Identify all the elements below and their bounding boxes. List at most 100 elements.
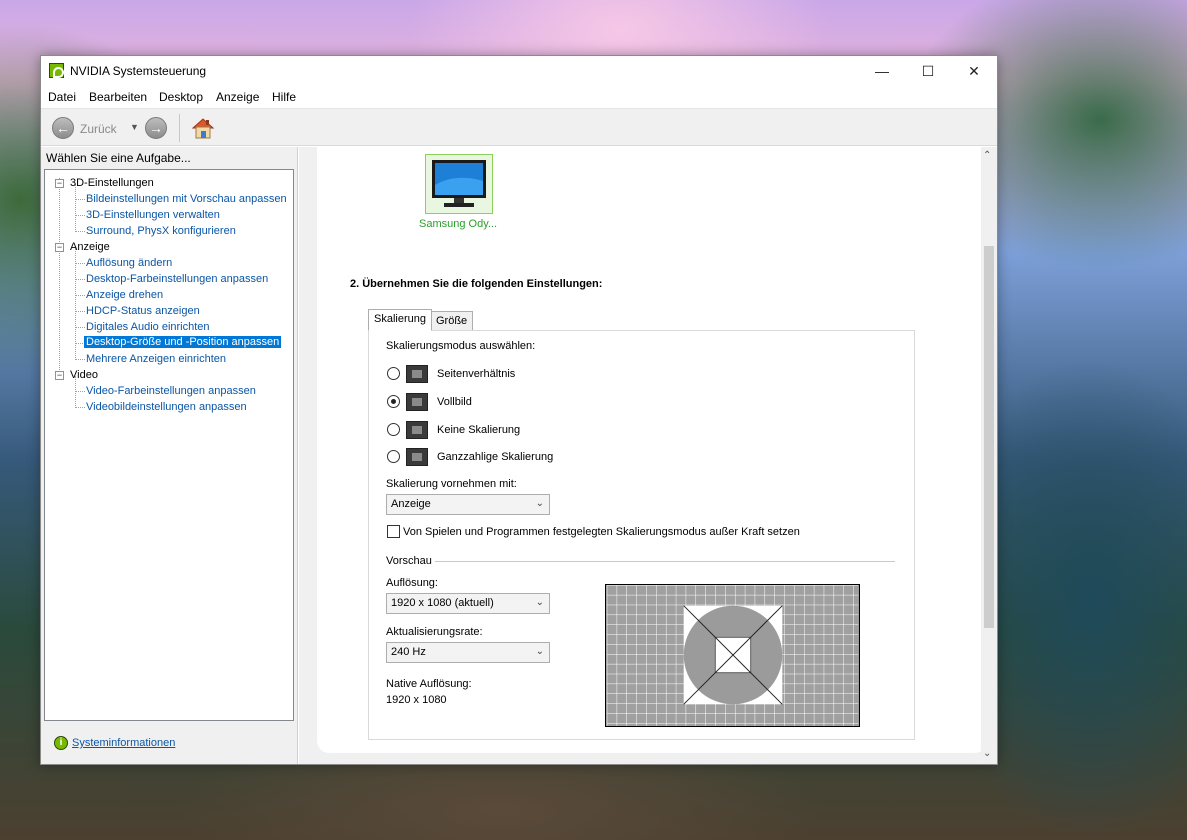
resolution-value: 1920 x 1080 (aktuell) xyxy=(391,597,494,609)
tree-group-video[interactable]: Video xyxy=(70,369,98,381)
tree-item-anzeige-drehen[interactable]: Anzeige drehen xyxy=(86,289,163,301)
title-bar: NVIDIA Systemsteuerung — ☐ ✕ xyxy=(41,56,997,86)
tree-branch xyxy=(76,263,85,264)
radio-vollbild-selected[interactable] xyxy=(387,395,400,408)
tree-item-videobildeinstellungen[interactable]: Videobildeinstellungen anpassen xyxy=(86,401,247,413)
menu-bearbeiten[interactable]: Bearbeiten xyxy=(89,90,147,104)
back-arrow-icon[interactable]: ← xyxy=(52,117,74,139)
collapse-toggle-icon[interactable]: − xyxy=(55,179,64,188)
refresh-rate-select[interactable]: 240 Hz ⌄ xyxy=(386,642,550,663)
tree-item-desktop-groesse-selected[interactable]: Desktop-Größe und -Position anpassen xyxy=(84,336,282,348)
tree-item-aufloesung-aendern[interactable]: Auflösung ändern xyxy=(86,257,172,269)
tree-group-3d-einstellungen[interactable]: 3D-Einstellungen xyxy=(70,177,154,189)
forward-arrow-icon[interactable]: → xyxy=(145,117,167,139)
radio-seitenverhaeltnis[interactable] xyxy=(387,367,400,380)
home-icon[interactable] xyxy=(191,116,215,140)
tab-groesse[interactable]: Größe xyxy=(430,311,474,331)
tree-connector xyxy=(59,178,60,370)
radio-ganzzahlige-skalierung[interactable] xyxy=(387,450,400,463)
tree-branch xyxy=(76,295,85,296)
tree-item-video-farbeinstellungen[interactable]: Video-Farbeinstellungen anpassen xyxy=(86,385,256,397)
tree-branch xyxy=(76,327,85,328)
mode-label-keine-skalierung[interactable]: Keine Skalierung xyxy=(437,424,520,436)
chevron-down-icon: ⌄ xyxy=(535,597,544,608)
tree-item-surround-physx[interactable]: Surround, PhysX konfigurieren xyxy=(86,225,236,237)
tree-branch xyxy=(76,199,85,200)
scroll-down-icon[interactable]: ⌄ xyxy=(983,748,991,759)
minimize-button[interactable]: — xyxy=(859,56,905,86)
menu-anzeige[interactable]: Anzeige xyxy=(216,90,259,104)
collapse-toggle-icon[interactable]: − xyxy=(55,243,64,252)
tree-branch xyxy=(76,215,85,216)
tree-item-desktop-farbeinstellungen[interactable]: Desktop-Farbeinstellungen anpassen xyxy=(86,273,268,285)
refresh-rate-label: Aktualisierungsrate: xyxy=(386,626,483,638)
resolution-label: Auflösung: xyxy=(386,577,438,589)
group-divider xyxy=(435,561,895,562)
system-information-link[interactable]: Systeminformationen xyxy=(72,737,175,749)
perform-scaling-select[interactable]: Anzeige ⌄ xyxy=(386,494,550,515)
preview-group-label: Vorschau xyxy=(386,555,432,567)
close-button[interactable]: ✕ xyxy=(951,56,997,86)
integer-scaling-icon xyxy=(406,448,428,466)
display-monitor-tile[interactable] xyxy=(425,154,493,214)
tab-skalierung[interactable]: Skalierung xyxy=(368,309,432,331)
tree-branch xyxy=(76,311,85,312)
override-label[interactable]: Von Spielen und Programmen festgelegten … xyxy=(403,526,800,538)
tree-item-mehrere-anzeigen[interactable]: Mehrere Anzeigen einrichten xyxy=(86,353,226,365)
toolbar-separator xyxy=(179,114,180,142)
aspect-ratio-scaling-icon xyxy=(406,365,428,383)
tree-group-anzeige[interactable]: Anzeige xyxy=(70,241,110,253)
task-sidebar: Wählen Sie eine Aufgabe... − 3D-Einstell… xyxy=(41,147,298,764)
system-information[interactable]: i Systeminformationen xyxy=(54,736,175,750)
resolution-select[interactable]: 1920 x 1080 (aktuell) ⌄ xyxy=(386,593,550,614)
native-resolution-value: 1920 x 1080 xyxy=(386,694,447,706)
tree-item-3d-einstellungen-verwalten[interactable]: 3D-Einstellungen verwalten xyxy=(86,209,220,221)
tree-item-bildeinstellungen[interactable]: Bildeinstellungen mit Vorschau anpassen xyxy=(86,193,287,205)
monitor-label[interactable]: Samsung Ody... xyxy=(419,218,497,230)
mode-label-vollbild[interactable]: Vollbild xyxy=(437,396,472,408)
tree-connector xyxy=(75,184,76,232)
content-scrollbar[interactable]: ⌃ ⌄ xyxy=(981,147,997,764)
scroll-up-icon[interactable]: ⌃ xyxy=(983,150,991,161)
radio-keine-skalierung[interactable] xyxy=(387,423,400,436)
fullscreen-scaling-icon xyxy=(406,393,428,411)
back-history-dropdown-icon[interactable]: ▼ xyxy=(130,122,139,132)
task-tree: − 3D-Einstellungen Bildeinstellungen mit… xyxy=(44,169,294,721)
info-icon: i xyxy=(54,736,68,750)
scrollbar-thumb[interactable] xyxy=(984,246,994,628)
scaling-tab-panel: Skalierungsmodus auswählen: Seitenverhäl… xyxy=(368,330,915,740)
native-resolution-label: Native Auflösung: xyxy=(386,678,472,690)
chevron-down-icon: ⌄ xyxy=(535,646,544,657)
toolbar: ← Zurück ▼ → xyxy=(41,108,997,146)
scaling-mode-label: Skalierungsmodus auswählen: xyxy=(386,340,536,352)
back-button-label[interactable]: Zurück xyxy=(80,122,117,136)
perform-scaling-label: Skalierung vornehmen mit: xyxy=(386,478,517,490)
tree-branch xyxy=(76,391,85,392)
menu-datei[interactable]: Datei xyxy=(48,90,76,104)
menu-hilfe[interactable]: Hilfe xyxy=(272,90,296,104)
content-card: Samsung Ody... 2. Übernehmen Sie die fol… xyxy=(317,147,987,753)
menu-bar: Datei Bearbeiten Desktop Anzeige Hilfe xyxy=(41,86,997,108)
maximize-button[interactable]: ☐ xyxy=(905,56,951,86)
window-title: NVIDIA Systemsteuerung xyxy=(70,64,207,78)
tree-item-digitales-audio[interactable]: Digitales Audio einrichten xyxy=(86,321,210,333)
perform-scaling-value: Anzeige xyxy=(391,498,431,510)
tree-branch xyxy=(76,407,85,408)
mode-label-ganzzahlige-skalierung[interactable]: Ganzzahlige Skalierung xyxy=(437,451,553,463)
main-content: Samsung Ody... 2. Übernehmen Sie die fol… xyxy=(299,147,997,764)
collapse-toggle-icon[interactable]: − xyxy=(55,371,64,380)
monitor-icon xyxy=(432,160,486,207)
tree-item-hdcp-status[interactable]: HDCP-Status anzeigen xyxy=(86,305,200,317)
refresh-rate-value: 240 Hz xyxy=(391,646,426,658)
nvidia-logo-icon xyxy=(49,63,64,78)
override-checkbox[interactable] xyxy=(387,525,400,538)
chevron-down-icon: ⌄ xyxy=(535,498,544,509)
tree-branch xyxy=(76,359,85,360)
menu-desktop[interactable]: Desktop xyxy=(159,90,203,104)
section-title: 2. Übernehmen Sie die folgenden Einstell… xyxy=(350,278,603,290)
nvidia-control-panel-window: NVIDIA Systemsteuerung — ☐ ✕ Datei Bearb… xyxy=(40,55,998,765)
mode-label-seitenverhaeltnis[interactable]: Seitenverhältnis xyxy=(437,368,515,380)
task-label: Wählen Sie eine Aufgabe... xyxy=(46,151,191,165)
tree-branch xyxy=(76,279,85,280)
scaling-preview-image xyxy=(605,584,860,727)
